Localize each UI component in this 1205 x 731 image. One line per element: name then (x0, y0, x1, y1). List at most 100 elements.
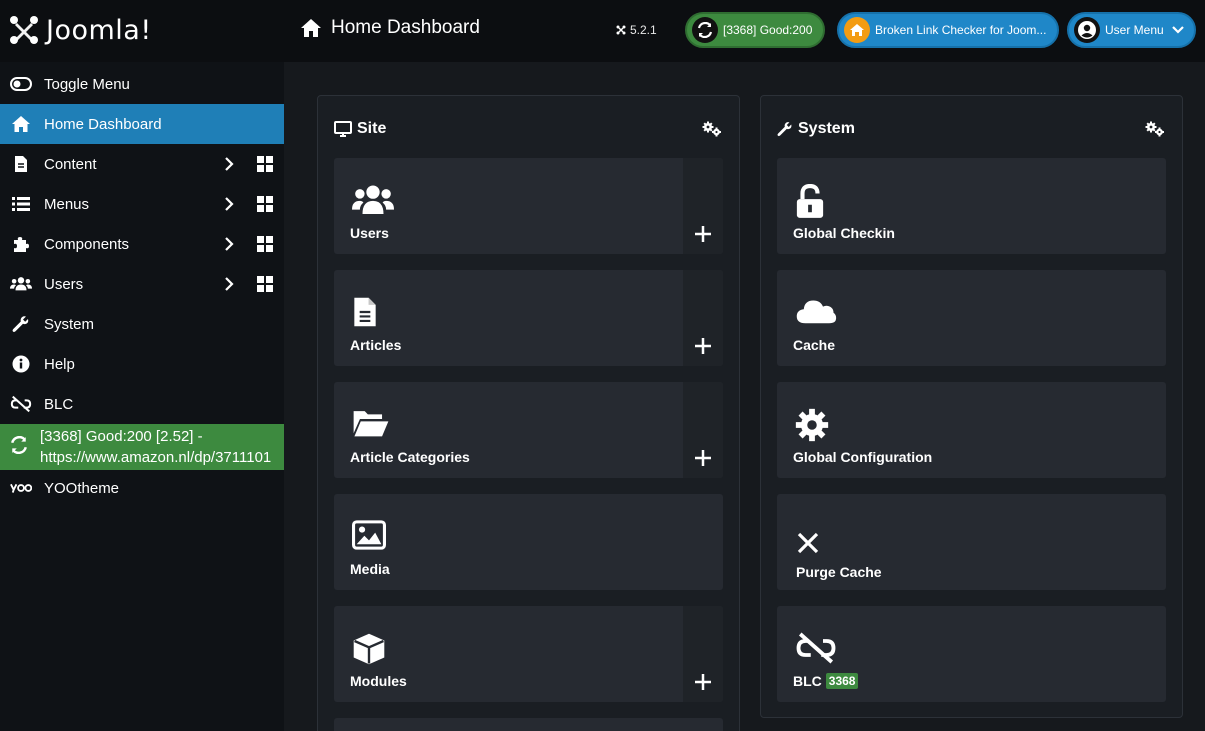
sidebar-item-components[interactable]: Components (0, 224, 284, 264)
user-menu-button[interactable]: User Menu (1067, 12, 1196, 48)
cogs-icon[interactable] (1145, 121, 1165, 137)
wrench-icon (10, 315, 32, 333)
blc-status-button[interactable]: [3368] Good:200 (685, 12, 825, 48)
file-icon (354, 297, 376, 327)
sidebar-item-yootheme[interactable]: YOOtheme (0, 468, 284, 508)
add-module-button[interactable] (683, 606, 723, 702)
image-icon (352, 520, 386, 550)
toggle-icon (10, 77, 32, 91)
dashboard-grid-icon[interactable] (257, 196, 273, 212)
main-content: Site Users Articles Article Categories M… (284, 62, 1205, 731)
tile-label: Article Categories (350, 449, 470, 465)
tile-global-configuration[interactable]: Global Configuration (777, 382, 1166, 478)
toggle-menu-button[interactable]: Toggle Menu (0, 64, 284, 104)
joomla-logo[interactable]: Joomla! (8, 14, 152, 46)
tile-article-categories[interactable]: Article Categories (334, 382, 723, 478)
blc-plugin-button[interactable]: Broken Link Checker for Joom... (837, 12, 1059, 48)
home-icon (844, 17, 870, 43)
chevron-right-icon[interactable] (224, 277, 234, 291)
desktop-icon (334, 121, 352, 137)
sidebar-item-content[interactable]: Content (0, 144, 284, 184)
tile-label: Users (350, 225, 389, 241)
sidebar-item-label: Home Dashboard (44, 115, 162, 133)
tile-blc[interactable]: BLC 3368 (777, 606, 1166, 702)
sidebar-item-blc[interactable]: BLC (0, 384, 284, 424)
version-text: 5.2.1 (630, 23, 657, 37)
tile-modules[interactable]: Modules (334, 606, 723, 702)
chevron-right-icon[interactable] (224, 197, 234, 211)
system-panel-title-text: System (798, 120, 855, 137)
system-panel-title: System (777, 120, 855, 138)
logo-text: Joomla! (46, 14, 152, 46)
blc-notice-line2: https://www.amazon.nl/dp/3711101 (40, 449, 272, 466)
unlink-icon (10, 395, 32, 413)
wrench-icon (777, 122, 792, 137)
dashboard-grid-icon[interactable] (257, 236, 273, 252)
tile-users[interactable]: Users (334, 158, 723, 254)
site-panel-title: Site (334, 120, 386, 138)
plus-icon (695, 674, 711, 690)
site-panel: Site Users Articles Article Categories M… (317, 95, 740, 731)
tile-articles[interactable]: Articles (334, 270, 723, 366)
blc-count-badge: 3368 (825, 673, 859, 689)
unlock-icon (796, 184, 824, 218)
list-icon (10, 197, 32, 211)
tile-purge-cache[interactable]: Purge Cache (777, 494, 1166, 590)
sidebar-item-menus[interactable]: Menus (0, 184, 284, 224)
sidebar-item-system[interactable]: System (0, 304, 284, 344)
blc-status-text: [3368] Good:200 (723, 23, 813, 37)
tile-label: Global Configuration (793, 449, 933, 465)
users-icon (352, 185, 394, 214)
add-article-button[interactable] (683, 270, 723, 366)
users-icon (10, 276, 32, 292)
tile-label: Articles (350, 337, 402, 353)
info-icon (10, 355, 32, 373)
tile-label-text: BLC (793, 673, 822, 689)
sidebar-item-home-dashboard[interactable]: Home Dashboard (0, 104, 284, 144)
tile-partial[interactable] (334, 718, 723, 731)
yootheme-icon (10, 482, 32, 494)
chevron-right-icon[interactable] (224, 237, 234, 251)
file-icon (10, 155, 32, 173)
sidebar-item-label: BLC (44, 395, 74, 413)
folder-open-icon (353, 411, 389, 437)
cube-icon (353, 633, 385, 665)
dashboard-grid-icon[interactable] (257, 156, 273, 172)
home-icon (301, 19, 321, 37)
sync-icon (692, 17, 718, 43)
joomla-small-icon (616, 25, 626, 35)
plus-icon (695, 338, 711, 354)
close-icon (797, 532, 819, 554)
sidebar-blc-notice[interactable]: [3368] Good:200 [2.52] - https://www.ama… (0, 424, 284, 470)
user-menu-label: User Menu (1105, 23, 1164, 37)
unlink-icon (796, 632, 836, 664)
tile-label: Global Checkin (793, 225, 895, 241)
cogs-icon[interactable] (702, 121, 722, 137)
sidebar-item-label: Help (44, 355, 75, 373)
sidebar: Toggle Menu Home Dashboard Content Menus… (0, 62, 284, 731)
sidebar-item-help[interactable]: Help (0, 344, 284, 384)
joomla-icon (10, 16, 38, 44)
dashboard-grid-icon[interactable] (257, 276, 273, 292)
tile-label: Purge Cache (796, 564, 882, 580)
sync-icon (10, 435, 28, 460)
cloud-icon (796, 300, 837, 324)
yootheme-label: YOOtheme (44, 479, 120, 497)
tile-cache[interactable]: Cache (777, 270, 1166, 366)
tile-label: BLC 3368 (793, 673, 859, 689)
add-user-button[interactable] (683, 158, 723, 254)
blc-notice-line1: [3368] Good:200 [2.52] - (40, 428, 203, 445)
chevron-right-icon[interactable] (224, 157, 234, 171)
sidebar-item-users[interactable]: Users (0, 264, 284, 304)
tile-media[interactable]: Media (334, 494, 723, 590)
plus-icon (695, 226, 711, 242)
tile-global-checkin[interactable]: Global Checkin (777, 158, 1166, 254)
add-category-button[interactable] (683, 382, 723, 478)
blc-plugin-text: Broken Link Checker for Joom... (875, 23, 1047, 37)
tile-label: Cache (793, 337, 836, 353)
version-indicator[interactable]: 5.2.1 (616, 23, 657, 37)
chevron-down-icon (1171, 26, 1184, 34)
sidebar-item-label: Content (44, 155, 97, 173)
home-icon (10, 115, 32, 133)
toggle-menu-label: Toggle Menu (44, 75, 130, 93)
